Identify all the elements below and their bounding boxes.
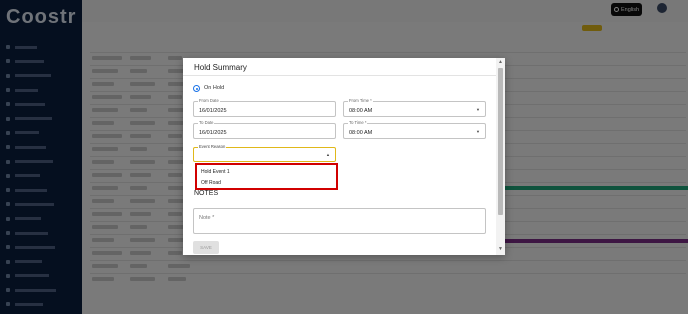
to-time-select[interactable]: To Time * 08:00 AM ▼ — [343, 120, 486, 139]
note-textarea[interactable]: Note * — [193, 208, 486, 234]
chevron-down-icon: ▼ — [476, 107, 480, 112]
title-divider — [183, 75, 496, 76]
from-time-value: 08:00 AM — [349, 108, 373, 114]
on-hold-radio[interactable] — [193, 85, 200, 92]
save-button[interactable]: SAVE — [193, 241, 219, 254]
notes-heading: NOTES — [194, 190, 219, 197]
event-reason-dropdown: Hold Event 1 Off Road — [195, 163, 338, 190]
on-hold-label: On Hold — [204, 85, 225, 91]
to-time-value: 08:00 AM — [349, 130, 373, 136]
to-date-label: To Date — [198, 120, 215, 125]
from-date-value: 16/01/2025 — [199, 108, 227, 114]
from-time-label: From Time * — [348, 98, 373, 103]
note-placeholder: Note * — [199, 215, 215, 221]
to-date-value: 16/01/2025 — [199, 130, 227, 136]
chevron-up-icon: ▲ — [326, 152, 330, 157]
scroll-up-icon[interactable]: ▲ — [498, 60, 503, 65]
event-reason-option[interactable]: Off Road — [201, 180, 221, 186]
to-date-field[interactable]: To Date 16/01/2025 — [193, 120, 336, 139]
from-date-field[interactable]: From Date 16/01/2025 — [193, 98, 336, 117]
event-reason-select[interactable]: Event Reason ▲ — [193, 144, 336, 162]
from-time-select[interactable]: From Time * 08:00 AM ▼ — [343, 98, 486, 117]
event-reason-label: Event Reason — [198, 144, 227, 149]
chevron-down-icon: ▼ — [476, 129, 480, 134]
scroll-down-icon[interactable]: ▼ — [498, 247, 503, 252]
from-date-label: From Date — [198, 98, 220, 103]
to-time-label: To Time * — [348, 120, 368, 125]
dialog-title: Hold Summary — [194, 63, 247, 72]
event-reason-option[interactable]: Hold Event 1 — [201, 169, 230, 175]
scrollbar-thumb[interactable] — [498, 68, 503, 215]
hold-summary-dialog: Hold Summary ▲ ▼ On Hold From Date 16/01… — [183, 58, 505, 255]
